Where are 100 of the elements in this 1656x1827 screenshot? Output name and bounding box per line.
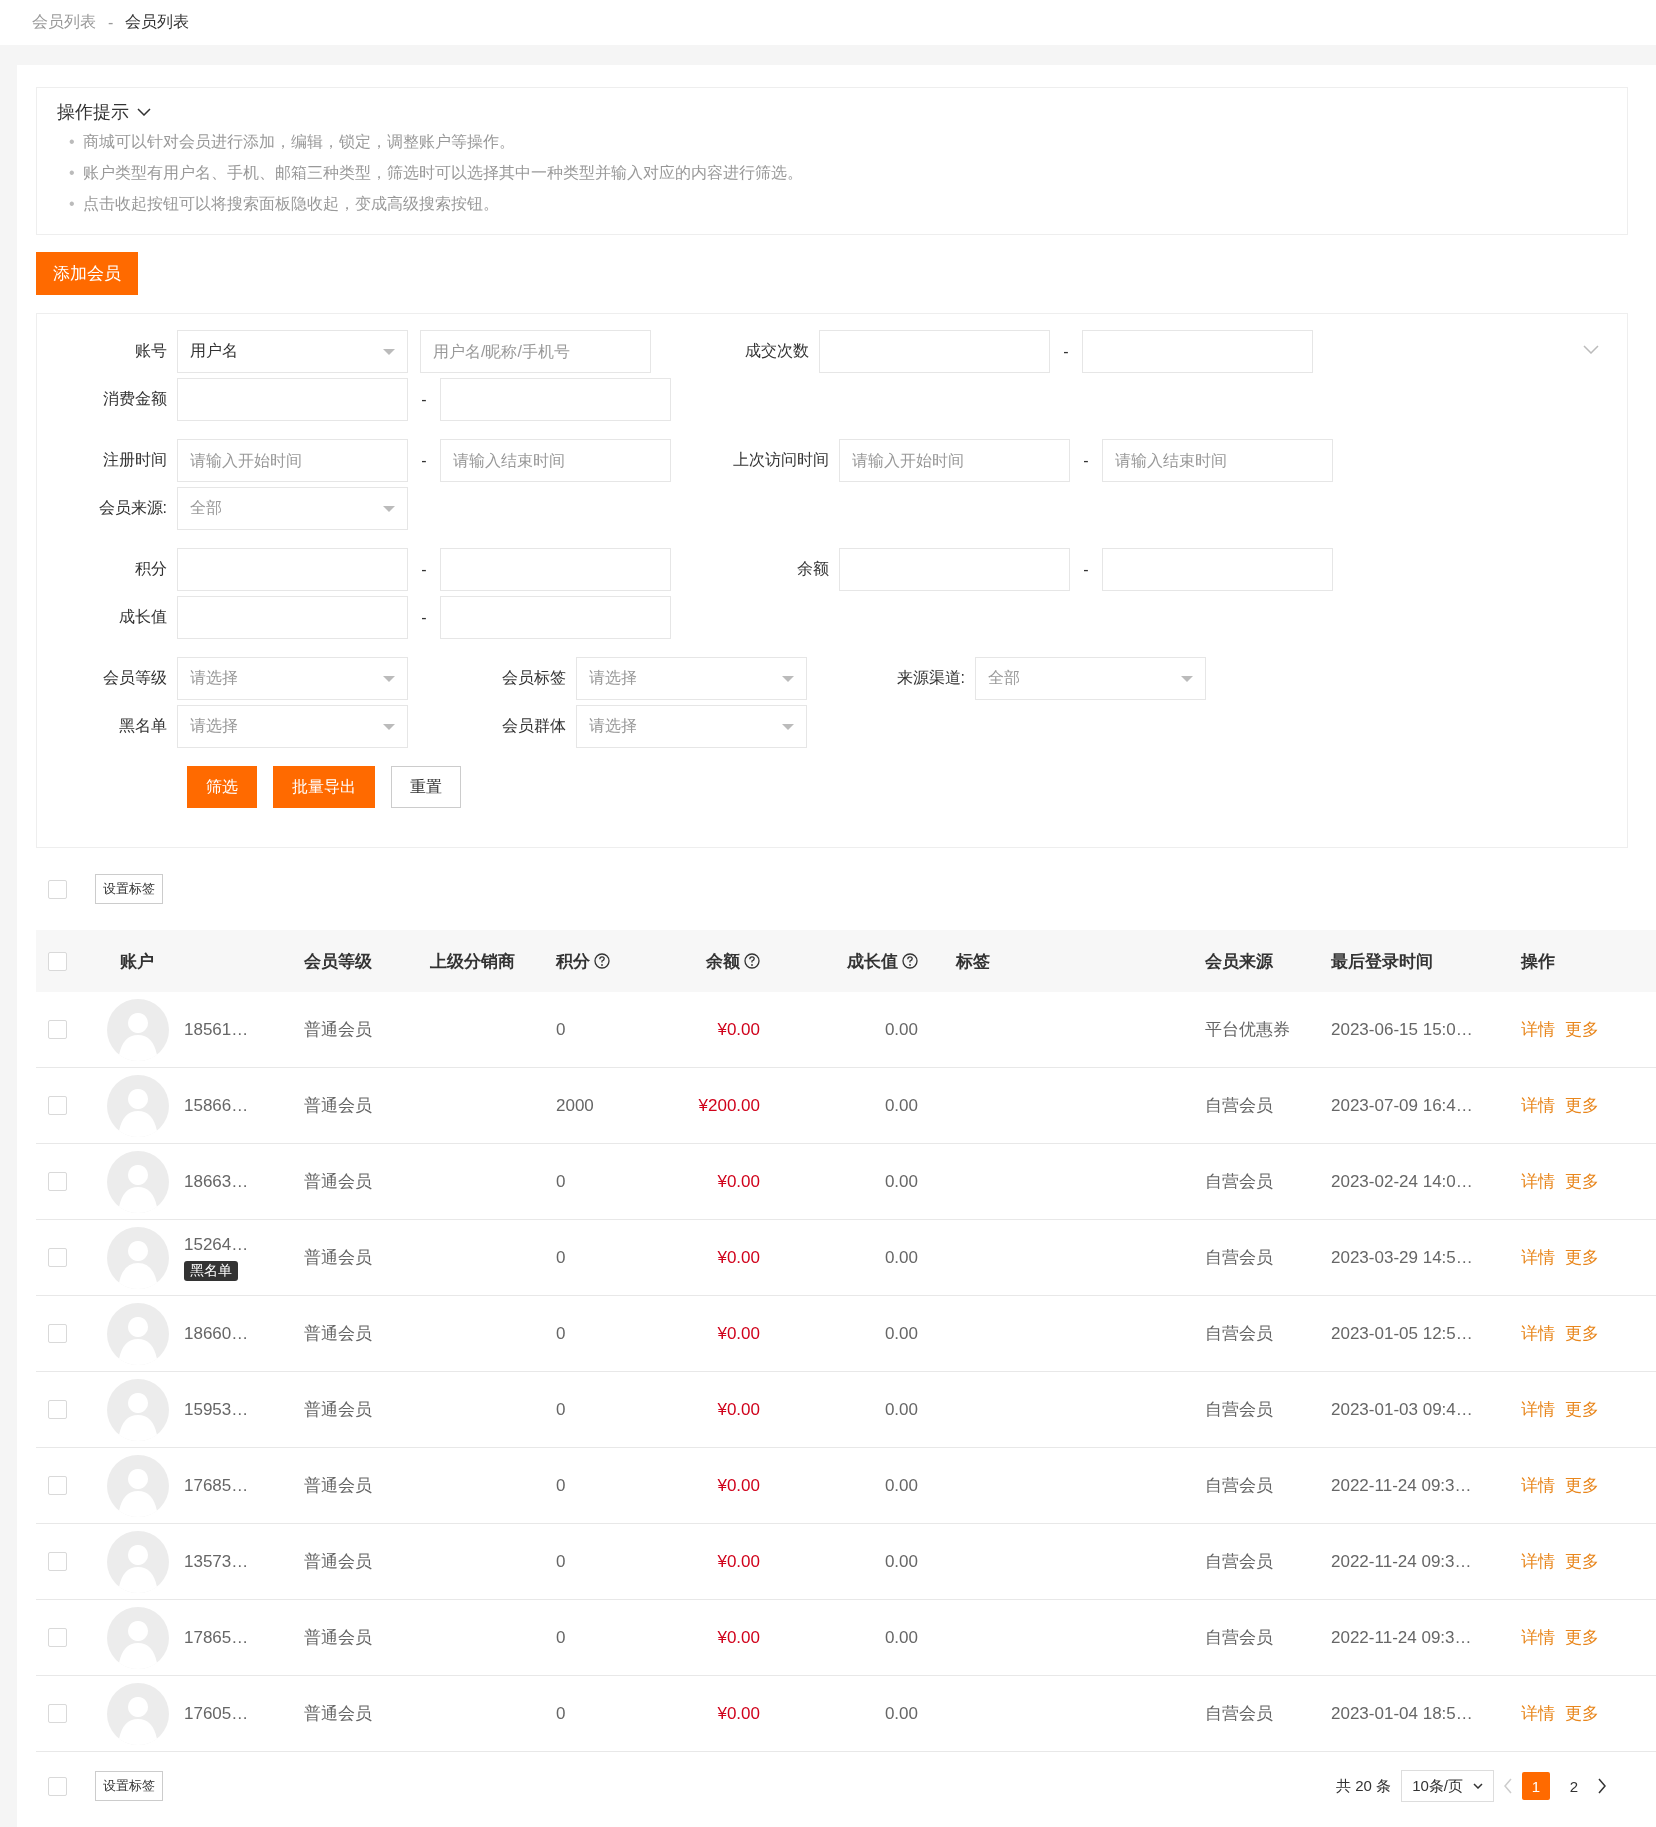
input-field[interactable] — [839, 548, 1070, 591]
checkbox[interactable] — [48, 1020, 67, 1039]
table-cell-text: 2022-11-24 09:3… — [1330, 1475, 1473, 1496]
input-field[interactable] — [177, 596, 408, 639]
table-cell-text: 自营会员 — [1204, 1399, 1274, 1421]
table-cell-text: 0.00 — [883, 1095, 918, 1116]
checkbox[interactable] — [48, 1704, 67, 1723]
action-link[interactable]: 更多 — [1565, 1550, 1599, 1573]
table-cell-text: 0 — [555, 1475, 567, 1496]
select-field[interactable]: 全部 — [177, 487, 408, 530]
next-page-icon[interactable] — [1598, 1778, 1606, 1794]
range-separator: - — [420, 451, 428, 470]
input-field[interactable] — [1102, 548, 1333, 591]
action-link[interactable]: 更多 — [1565, 1094, 1599, 1117]
field-label: 会员来源: — [97, 498, 168, 518]
input-field[interactable] — [440, 596, 671, 639]
add-member-button[interactable]: 添加会员 — [36, 252, 138, 295]
page-number[interactable]: 1 — [1522, 1772, 1550, 1800]
select-field[interactable]: 请选择 — [576, 705, 807, 748]
caret-icon — [383, 723, 395, 730]
action-link[interactable]: 详情 — [1521, 1246, 1555, 1269]
bullet: • — [69, 163, 75, 183]
balance-text: ¥0.00 — [716, 1551, 760, 1572]
input-field[interactable] — [819, 330, 1050, 373]
input-field[interactable] — [1082, 330, 1313, 373]
checkbox[interactable] — [48, 1248, 67, 1267]
action-link[interactable]: 更多 — [1565, 1018, 1599, 1041]
action-link[interactable]: 更多 — [1565, 1322, 1599, 1345]
chevron-down-icon — [1473, 1783, 1483, 1789]
input-field[interactable]: 请输入结束时间 — [440, 439, 671, 482]
input-field[interactable] — [440, 378, 671, 421]
action-link[interactable]: 详情 — [1521, 1170, 1555, 1193]
input-field[interactable] — [177, 548, 408, 591]
select-field[interactable]: 请选择 — [177, 657, 408, 700]
table-cell-text: 2023-02-24 14:0… — [1330, 1171, 1474, 1192]
table-cell-text: 自营会员 — [1204, 1703, 1274, 1725]
previous-page-icon[interactable] — [1504, 1778, 1512, 1794]
page-size-select[interactable]: 10条/页 — [1401, 1770, 1494, 1802]
tips-toggle[interactable]: 操作提示 — [57, 100, 151, 124]
table-cell-text: 普通会员 — [303, 1551, 373, 1573]
input-field[interactable] — [440, 548, 671, 591]
checkbox[interactable] — [48, 1324, 67, 1343]
set-tag-button[interactable]: 设置标签 — [95, 1771, 163, 1801]
checkbox[interactable] — [48, 951, 67, 971]
input-field[interactable]: 用户名/昵称/手机号 — [420, 330, 651, 373]
checkbox[interactable] — [48, 1096, 67, 1115]
select-field[interactable]: 全部 — [975, 657, 1206, 700]
primary-button[interactable]: 批量导出 — [273, 766, 375, 808]
field-label: 账号 — [134, 341, 168, 361]
checkbox[interactable] — [48, 1552, 67, 1571]
action-link[interactable]: 详情 — [1521, 1322, 1555, 1345]
checkbox[interactable] — [48, 1400, 67, 1419]
tip-text: 商城可以针对会员进行添加，编辑，锁定，调整账户等操作。 — [82, 132, 516, 152]
action-link[interactable]: 详情 — [1521, 1398, 1555, 1421]
action-link[interactable]: 更多 — [1565, 1170, 1599, 1193]
input-field[interactable]: 请输入开始时间 — [177, 439, 408, 482]
balance-text: ¥0.00 — [716, 1627, 760, 1648]
action-link[interactable]: 详情 — [1521, 1094, 1555, 1117]
table-cell-text: 普通会员 — [303, 1399, 373, 1421]
action-link[interactable]: 详情 — [1521, 1550, 1555, 1573]
breadcrumb-item[interactable]: 会员列表 — [32, 12, 96, 33]
checkbox[interactable] — [48, 1172, 67, 1191]
select-field[interactable]: 请选择 — [576, 657, 807, 700]
set-tag-button[interactable]: 设置标签 — [95, 874, 163, 904]
account-text: 15953… — [184, 1399, 249, 1420]
checkbox[interactable] — [48, 1476, 67, 1495]
table-cell-text: 自营会员 — [1204, 1627, 1274, 1649]
table-cell-text: 0.00 — [883, 1475, 918, 1496]
field-label: 会员标签 — [501, 668, 567, 688]
page-number[interactable]: 2 — [1560, 1772, 1588, 1800]
reset-button[interactable]: 重置 — [391, 766, 461, 808]
help-icon[interactable] — [594, 953, 610, 969]
select-field[interactable]: 用户名 — [177, 330, 408, 373]
table-cell-text: 2023-01-03 09:4… — [1330, 1399, 1474, 1420]
input-field[interactable]: 请输入结束时间 — [1102, 439, 1333, 482]
help-icon[interactable] — [902, 953, 918, 969]
input-field[interactable]: 请输入开始时间 — [839, 439, 1070, 482]
breadcrumb-item: 会员列表 — [125, 12, 190, 32]
checkbox[interactable] — [48, 879, 67, 899]
table-cell-text: 0.00 — [883, 1399, 918, 1420]
tip-text: 账户类型有用户名、手机、邮箱三种类型，筛选时可以选择其中一种类型并输入对应的内容进行筛选。 — [82, 163, 804, 183]
primary-button[interactable]: 筛选 — [187, 766, 257, 808]
checkbox[interactable] — [48, 1628, 67, 1647]
column-header: 余额 — [706, 950, 740, 973]
checkbox[interactable] — [48, 1776, 67, 1796]
action-link[interactable]: 更多 — [1565, 1246, 1599, 1269]
table-cell-text: 自营会员 — [1204, 1095, 1274, 1117]
help-icon[interactable] — [744, 953, 760, 969]
action-link[interactable]: 更多 — [1565, 1702, 1599, 1725]
action-link[interactable]: 更多 — [1565, 1474, 1599, 1497]
action-link[interactable]: 更多 — [1565, 1626, 1599, 1649]
select-field[interactable]: 请选择 — [177, 705, 408, 748]
action-link[interactable]: 详情 — [1521, 1018, 1555, 1041]
action-link[interactable]: 详情 — [1521, 1474, 1555, 1497]
table-cell-text: 普通会员 — [303, 1095, 373, 1117]
action-link[interactable]: 详情 — [1521, 1702, 1555, 1725]
range-separator: - — [420, 608, 428, 627]
action-link[interactable]: 详情 — [1521, 1626, 1555, 1649]
input-field[interactable] — [177, 378, 408, 421]
action-link[interactable]: 更多 — [1565, 1398, 1599, 1421]
